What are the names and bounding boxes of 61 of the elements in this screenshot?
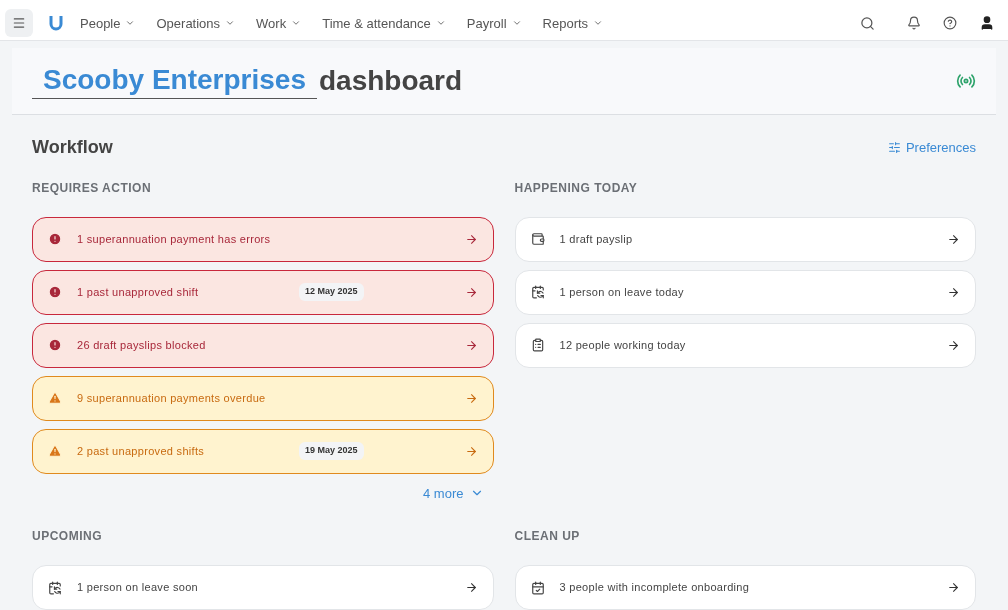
workflow-title: Workflow	[32, 136, 113, 159]
arrow-icon	[464, 391, 478, 405]
card-text: 1 past unapproved shift	[77, 284, 200, 300]
card-text: 1 draft payslip	[559, 231, 634, 247]
card-text: 3 people with incomplete onboarding	[559, 580, 751, 596]
arrow-icon	[947, 581, 960, 594]
calendar-icon	[48, 580, 62, 595]
card-text: 1 person on leave today	[559, 284, 685, 300]
warning-icon	[48, 444, 62, 458]
card-text: 12 people working today	[559, 337, 687, 353]
arrow-icon	[947, 232, 960, 246]
workflow-card[interactable]: 1 draft payslip	[514, 216, 976, 262]
nav-menu[interactable]: People	[80, 13, 136, 34]
workflow-card[interactable]: 1 superannuation payment has errors	[32, 216, 494, 262]
section-title: CLEAN UP	[514, 528, 581, 545]
arrow-icon	[464, 444, 478, 458]
arrow-icon	[464, 338, 478, 352]
workflow-card[interactable]: 26 draft payslips blocked	[32, 322, 494, 368]
nav-menu[interactable]: Time & attendance	[322, 13, 446, 34]
sliders-icon	[887, 141, 901, 154]
card-text: 9 superannuation payments overdue	[77, 390, 267, 406]
section-title: REQUIRES ACTION	[32, 179, 153, 197]
arrow-icon	[464, 285, 478, 299]
error-icon	[48, 232, 62, 246]
card-text: 26 draft payslips blocked	[77, 337, 207, 353]
workflow-card[interactable]: 1 past unapproved shift 12 May 2025	[32, 269, 494, 315]
warning-icon	[48, 391, 62, 405]
logo-icon	[49, 15, 63, 32]
help-icon[interactable]	[943, 16, 957, 31]
clipboard-icon	[530, 338, 545, 352]
workflow-card[interactable]: 2 past unapproved shifts 19 May 2025	[32, 428, 494, 474]
nav-menu[interactable]: Payroll	[466, 13, 522, 34]
error-icon	[48, 338, 62, 352]
card-text: 1 superannuation payment has errors	[77, 231, 272, 247]
workflow-card[interactable]: 3 people with incomplete onboarding	[514, 565, 976, 610]
section-title: HAPPENING TODAY	[514, 179, 639, 197]
wallet-icon	[530, 232, 545, 246]
arrow-icon	[464, 232, 478, 246]
error-icon	[48, 285, 62, 299]
date-tag: 19 May 2025	[299, 442, 364, 460]
arrow-icon	[464, 581, 478, 594]
workflow-card[interactable]: 9 superannuation payments overdue	[32, 375, 494, 421]
arrow-icon	[947, 338, 960, 352]
nav-menu[interactable]: Reports	[542, 13, 604, 34]
card-text: 2 past unapproved shifts	[77, 443, 206, 459]
workflow-card[interactable]: 1 person on leave soon	[32, 565, 494, 610]
workflow-card[interactable]: 12 people working today	[514, 322, 976, 368]
page-title: dashboard	[319, 63, 463, 98]
workflow-card[interactable]: 1 person on leave today	[514, 269, 976, 315]
calendar-icon	[530, 285, 545, 299]
menu-icon	[12, 16, 26, 31]
nav-menu[interactable]: Work	[256, 13, 302, 34]
calendar-icon	[530, 580, 545, 595]
section-title: UPCOMING	[32, 528, 103, 545]
card-text: 1 person on leave soon	[77, 580, 199, 596]
search-icon[interactable]	[860, 15, 875, 31]
date-tag: 12 May 2025	[299, 283, 364, 301]
bell-icon[interactable]	[907, 16, 921, 31]
nav-menu[interactable]: Operations	[156, 13, 236, 34]
menu-button[interactable]	[5, 9, 33, 38]
arrow-icon	[947, 285, 960, 299]
